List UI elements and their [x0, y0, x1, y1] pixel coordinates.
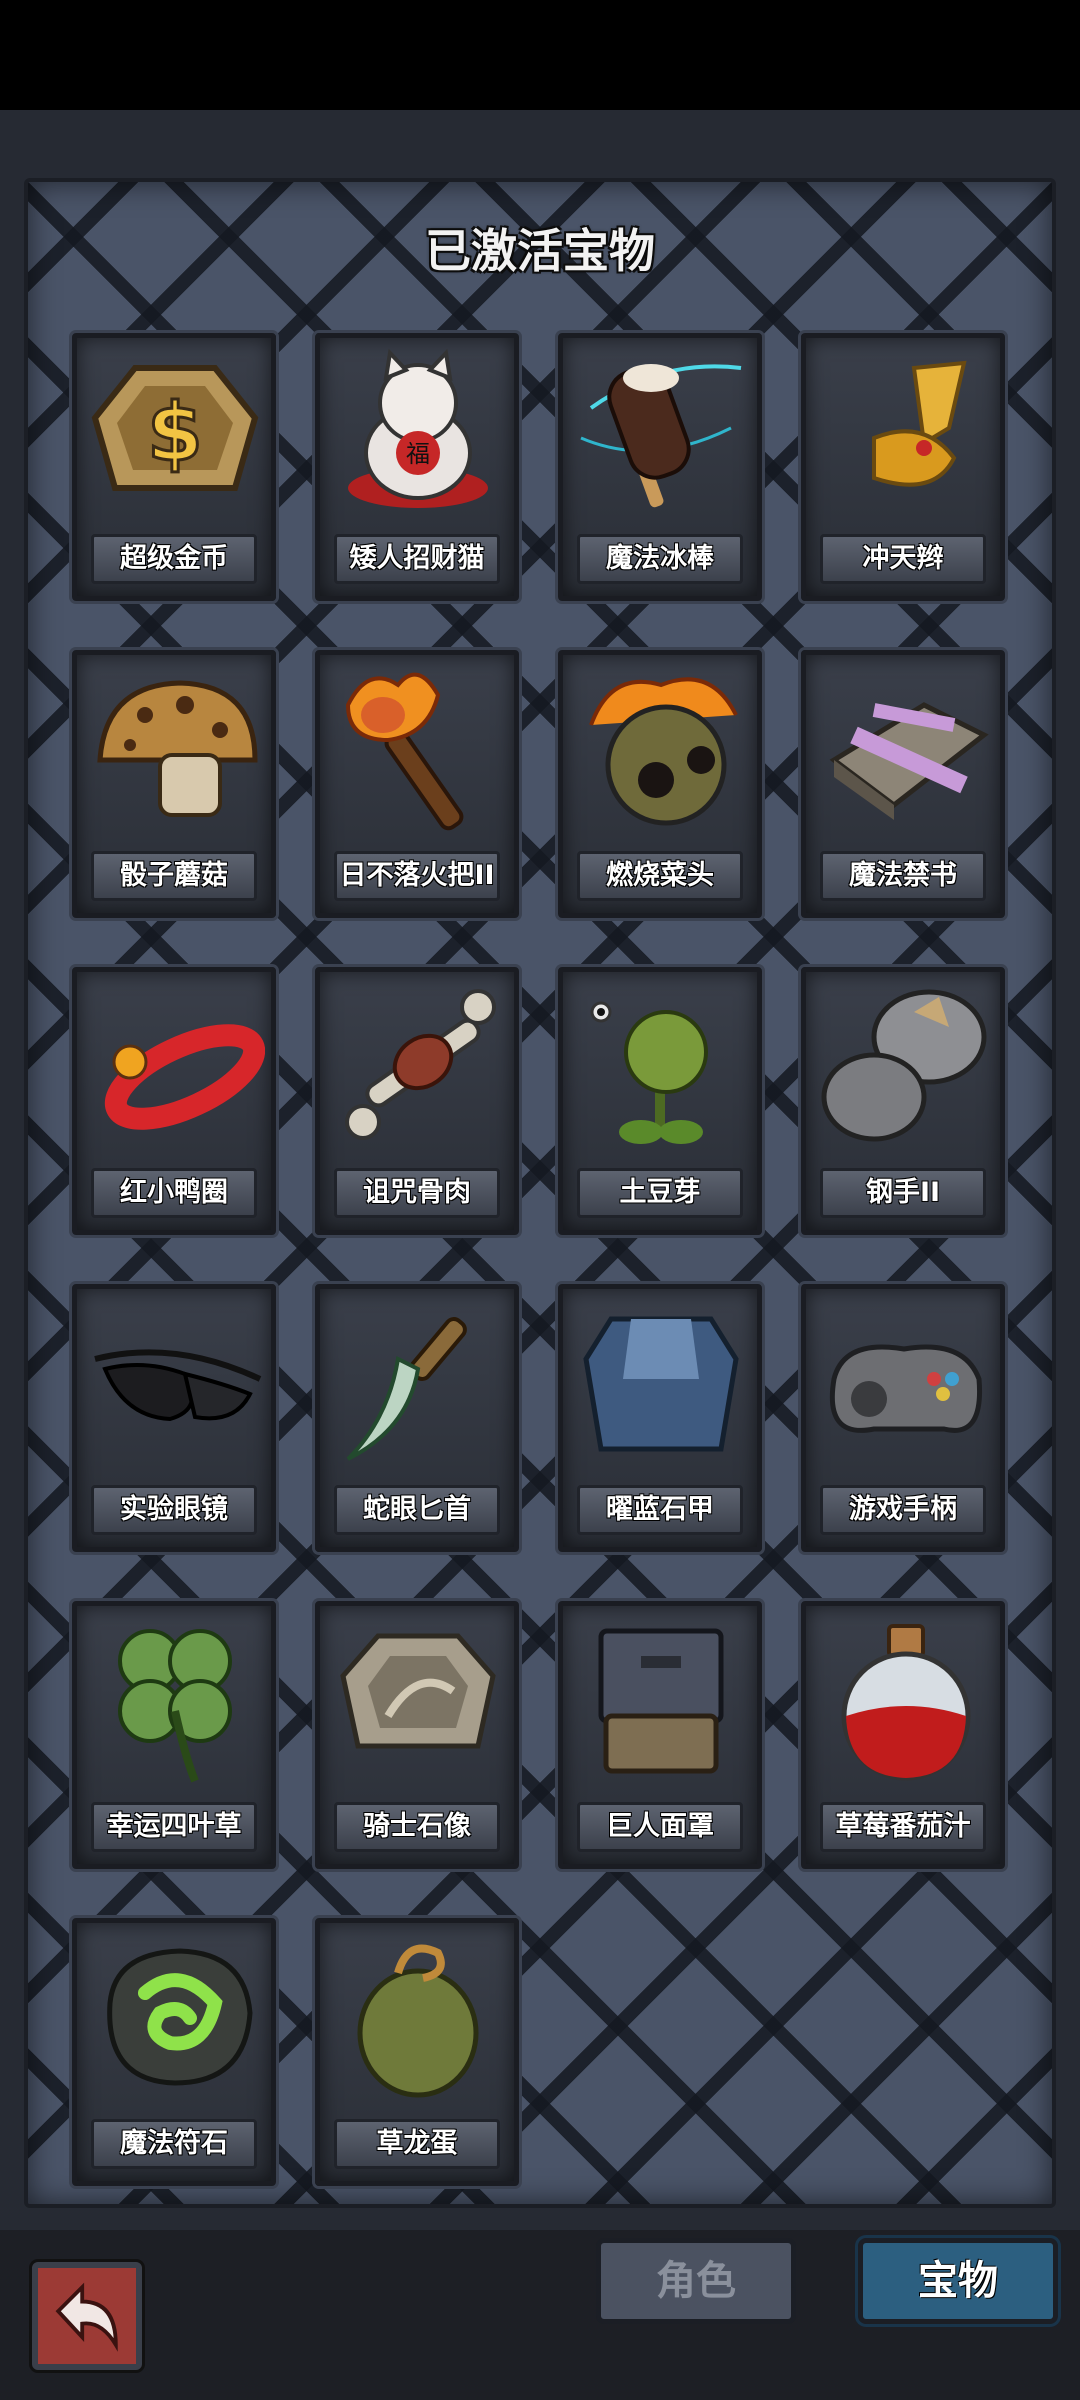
treasure-label: 诅咒骨肉 — [334, 1168, 500, 1218]
treasure-card-pigtail[interactable]: 冲天辫 — [801, 333, 1005, 601]
giant-mask-icon — [571, 1616, 751, 1786]
lucky-cat-icon: 福 — [328, 348, 508, 518]
treasure-label: 幸运四叶草 — [91, 1802, 257, 1852]
treasure-label: 土豆芽 — [577, 1168, 743, 1218]
page-title: 已激活宝物 — [425, 224, 655, 278]
treasure-label: 草龙蛋 — [334, 2119, 500, 2169]
juice-bottle-icon — [814, 1616, 994, 1786]
return-arrow-icon — [38, 2282, 136, 2368]
treasure-label: 矮人招财猫 — [334, 534, 500, 584]
magic-rune-stone-icon — [85, 1933, 265, 2103]
treasure-label: 魔法禁书 — [820, 851, 986, 901]
treasure-label: 日不落火把II — [334, 851, 500, 901]
tab-role[interactable]: 角色 — [596, 2238, 796, 2324]
torch-icon — [328, 665, 508, 835]
treasure-card-dice-mushroom[interactable]: 骰子蘑菇 — [72, 650, 276, 918]
treasure-card-forbidden-book[interactable]: 魔法禁书 — [801, 650, 1005, 918]
super-coin-icon: $ — [85, 348, 265, 518]
pigtail-icon — [814, 348, 994, 518]
duck-ring-icon — [85, 982, 265, 1152]
treasure-label: 蛇眼匕首 — [334, 1485, 500, 1535]
treasure-label: 骑士石像 — [334, 1802, 500, 1852]
treasure-card-giant-mask[interactable]: 巨人面罩 — [558, 1601, 762, 1869]
dice-mushroom-icon — [85, 665, 265, 835]
treasure-label: 游戏手柄 — [820, 1485, 986, 1535]
knight-statue-icon — [328, 1616, 508, 1786]
treasure-card-duck-ring[interactable]: 红小鸭圈 — [72, 967, 276, 1235]
steel-gauntlet-icon — [814, 982, 994, 1152]
treasure-card-gamepad[interactable]: 游戏手柄 — [801, 1284, 1005, 1552]
treasure-card-cursed-meat[interactable]: 诅咒骨肉 — [315, 967, 519, 1235]
treasure-label: 红小鸭圈 — [91, 1168, 257, 1218]
svg-text:$: $ — [147, 386, 203, 479]
blue-stone-armor-icon — [571, 1299, 751, 1469]
svg-text:福: 福 — [406, 440, 430, 468]
treasure-card-lab-goggles[interactable]: 实验眼镜 — [72, 1284, 276, 1552]
treasure-label: 超级金币 — [91, 534, 257, 584]
back-button[interactable] — [32, 2262, 142, 2370]
treasure-card-torch[interactable]: 日不落火把II — [315, 650, 519, 918]
cursed-meat-bone-icon — [328, 982, 508, 1152]
treasure-card-burning-cabbage[interactable]: 燃烧菜头 — [558, 650, 762, 918]
treasure-label: 实验眼镜 — [91, 1485, 257, 1535]
treasure-label: 魔法冰棒 — [577, 534, 743, 584]
treasure-label: 骰子蘑菇 — [91, 851, 257, 901]
status-bar — [0, 0, 1080, 110]
lab-goggles-icon — [85, 1299, 265, 1469]
treasure-label: 冲天辫 — [820, 534, 986, 584]
treasure-card-dragon-egg[interactable]: 草龙蛋 — [315, 1918, 519, 2186]
grass-dragon-egg-icon — [328, 1933, 508, 2103]
treasure-card-rune-stone[interactable]: 魔法符石 — [72, 1918, 276, 2186]
treasure-card-super-coin[interactable]: $ 超级金币 — [72, 333, 276, 601]
potato-sprout-icon — [571, 982, 751, 1152]
gamepad-icon — [814, 1299, 994, 1469]
treasure-card-steel-gauntlet[interactable]: 钢手II — [801, 967, 1005, 1235]
tab-treasure[interactable]: 宝物 — [858, 2238, 1058, 2324]
treasure-card-potato-sprout[interactable]: 土豆芽 — [558, 967, 762, 1235]
treasure-card-snake-dagger[interactable]: 蛇眼匕首 — [315, 1284, 519, 1552]
treasure-grid: $ 超级金币 福 矮人招财猫 魔法冰棒 冲天辫 骰子蘑菇 日不落火把II 燃烧菜… — [72, 333, 1012, 2193]
treasure-card-magic-popsicle[interactable]: 魔法冰棒 — [558, 333, 762, 601]
treasure-card-clover[interactable]: 幸运四叶草 — [72, 1601, 276, 1869]
four-leaf-clover-icon — [85, 1616, 265, 1786]
treasure-label: 燃烧菜头 — [577, 851, 743, 901]
treasure-label: 魔法符石 — [91, 2119, 257, 2169]
treasure-label: 巨人面罩 — [577, 1802, 743, 1852]
snake-eye-dagger-icon — [328, 1299, 508, 1469]
treasure-card-knight-statue[interactable]: 骑士石像 — [315, 1601, 519, 1869]
burning-cabbage-icon — [571, 665, 751, 835]
treasure-card-blue-armor[interactable]: 曜蓝石甲 — [558, 1284, 762, 1552]
treasure-label: 草莓番茄汁 — [820, 1802, 986, 1852]
treasure-card-lucky-cat[interactable]: 福 矮人招财猫 — [315, 333, 519, 601]
treasure-label: 钢手II — [820, 1168, 986, 1218]
forbidden-book-icon — [814, 665, 994, 835]
treasure-label: 曜蓝石甲 — [577, 1485, 743, 1535]
treasure-card-juice[interactable]: 草莓番茄汁 — [801, 1601, 1005, 1869]
magic-popsicle-icon — [571, 348, 751, 518]
